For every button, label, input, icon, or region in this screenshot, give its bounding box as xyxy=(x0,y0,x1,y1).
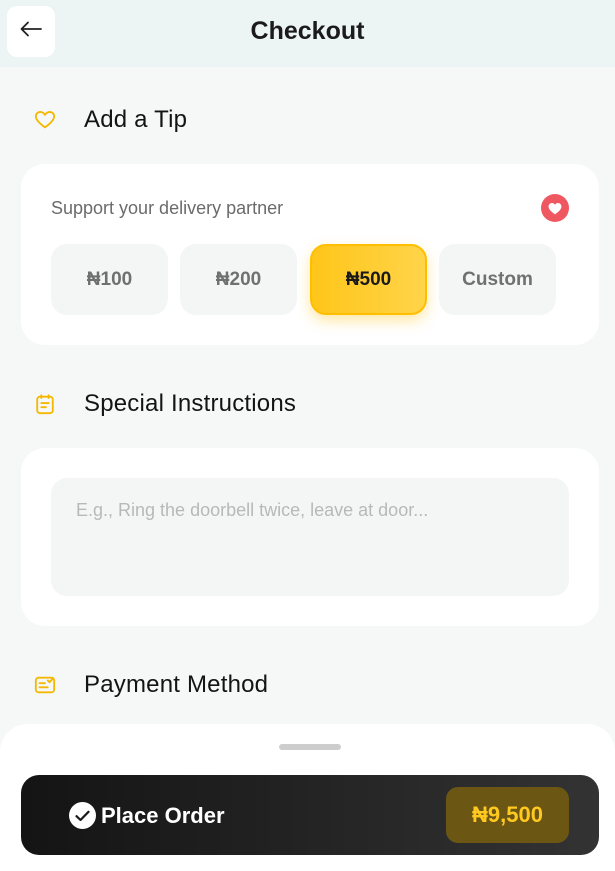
place-order-label: Place Order xyxy=(101,803,225,828)
instructions-textarea[interactable] xyxy=(51,478,569,596)
tip-option-custom[interactable]: Custom xyxy=(439,244,556,315)
place-order-button[interactable]: Place Order ₦9,500 xyxy=(21,775,599,855)
tip-option-500[interactable]: ₦500 xyxy=(310,244,427,315)
instructions-card xyxy=(21,448,599,626)
page-title: Checkout xyxy=(250,17,365,45)
tip-prompt: Support your delivery partner xyxy=(51,198,284,218)
tip-option-100[interactable]: ₦100 xyxy=(51,244,168,315)
heart-filled-icon xyxy=(541,194,569,222)
payment-card-icon xyxy=(34,674,56,696)
bottom-sheet: Place Order ₦9,500 xyxy=(0,724,615,871)
instructions-section-title: Special Instructions xyxy=(84,390,297,417)
clipboard-icon xyxy=(34,393,56,415)
order-total-badge: ₦9,500 xyxy=(446,787,569,843)
tip-section-title: Add a Tip xyxy=(84,106,188,133)
heart-outline-icon xyxy=(34,109,56,131)
header-bar: Checkout xyxy=(0,0,615,67)
payment-section-title: Payment Method xyxy=(84,671,269,698)
check-circle-icon xyxy=(69,802,96,829)
drag-handle[interactable] xyxy=(279,744,341,750)
tip-option-200[interactable]: ₦200 xyxy=(180,244,297,315)
tip-card: Support your delivery partner ₦100 ₦200 … xyxy=(21,164,599,345)
